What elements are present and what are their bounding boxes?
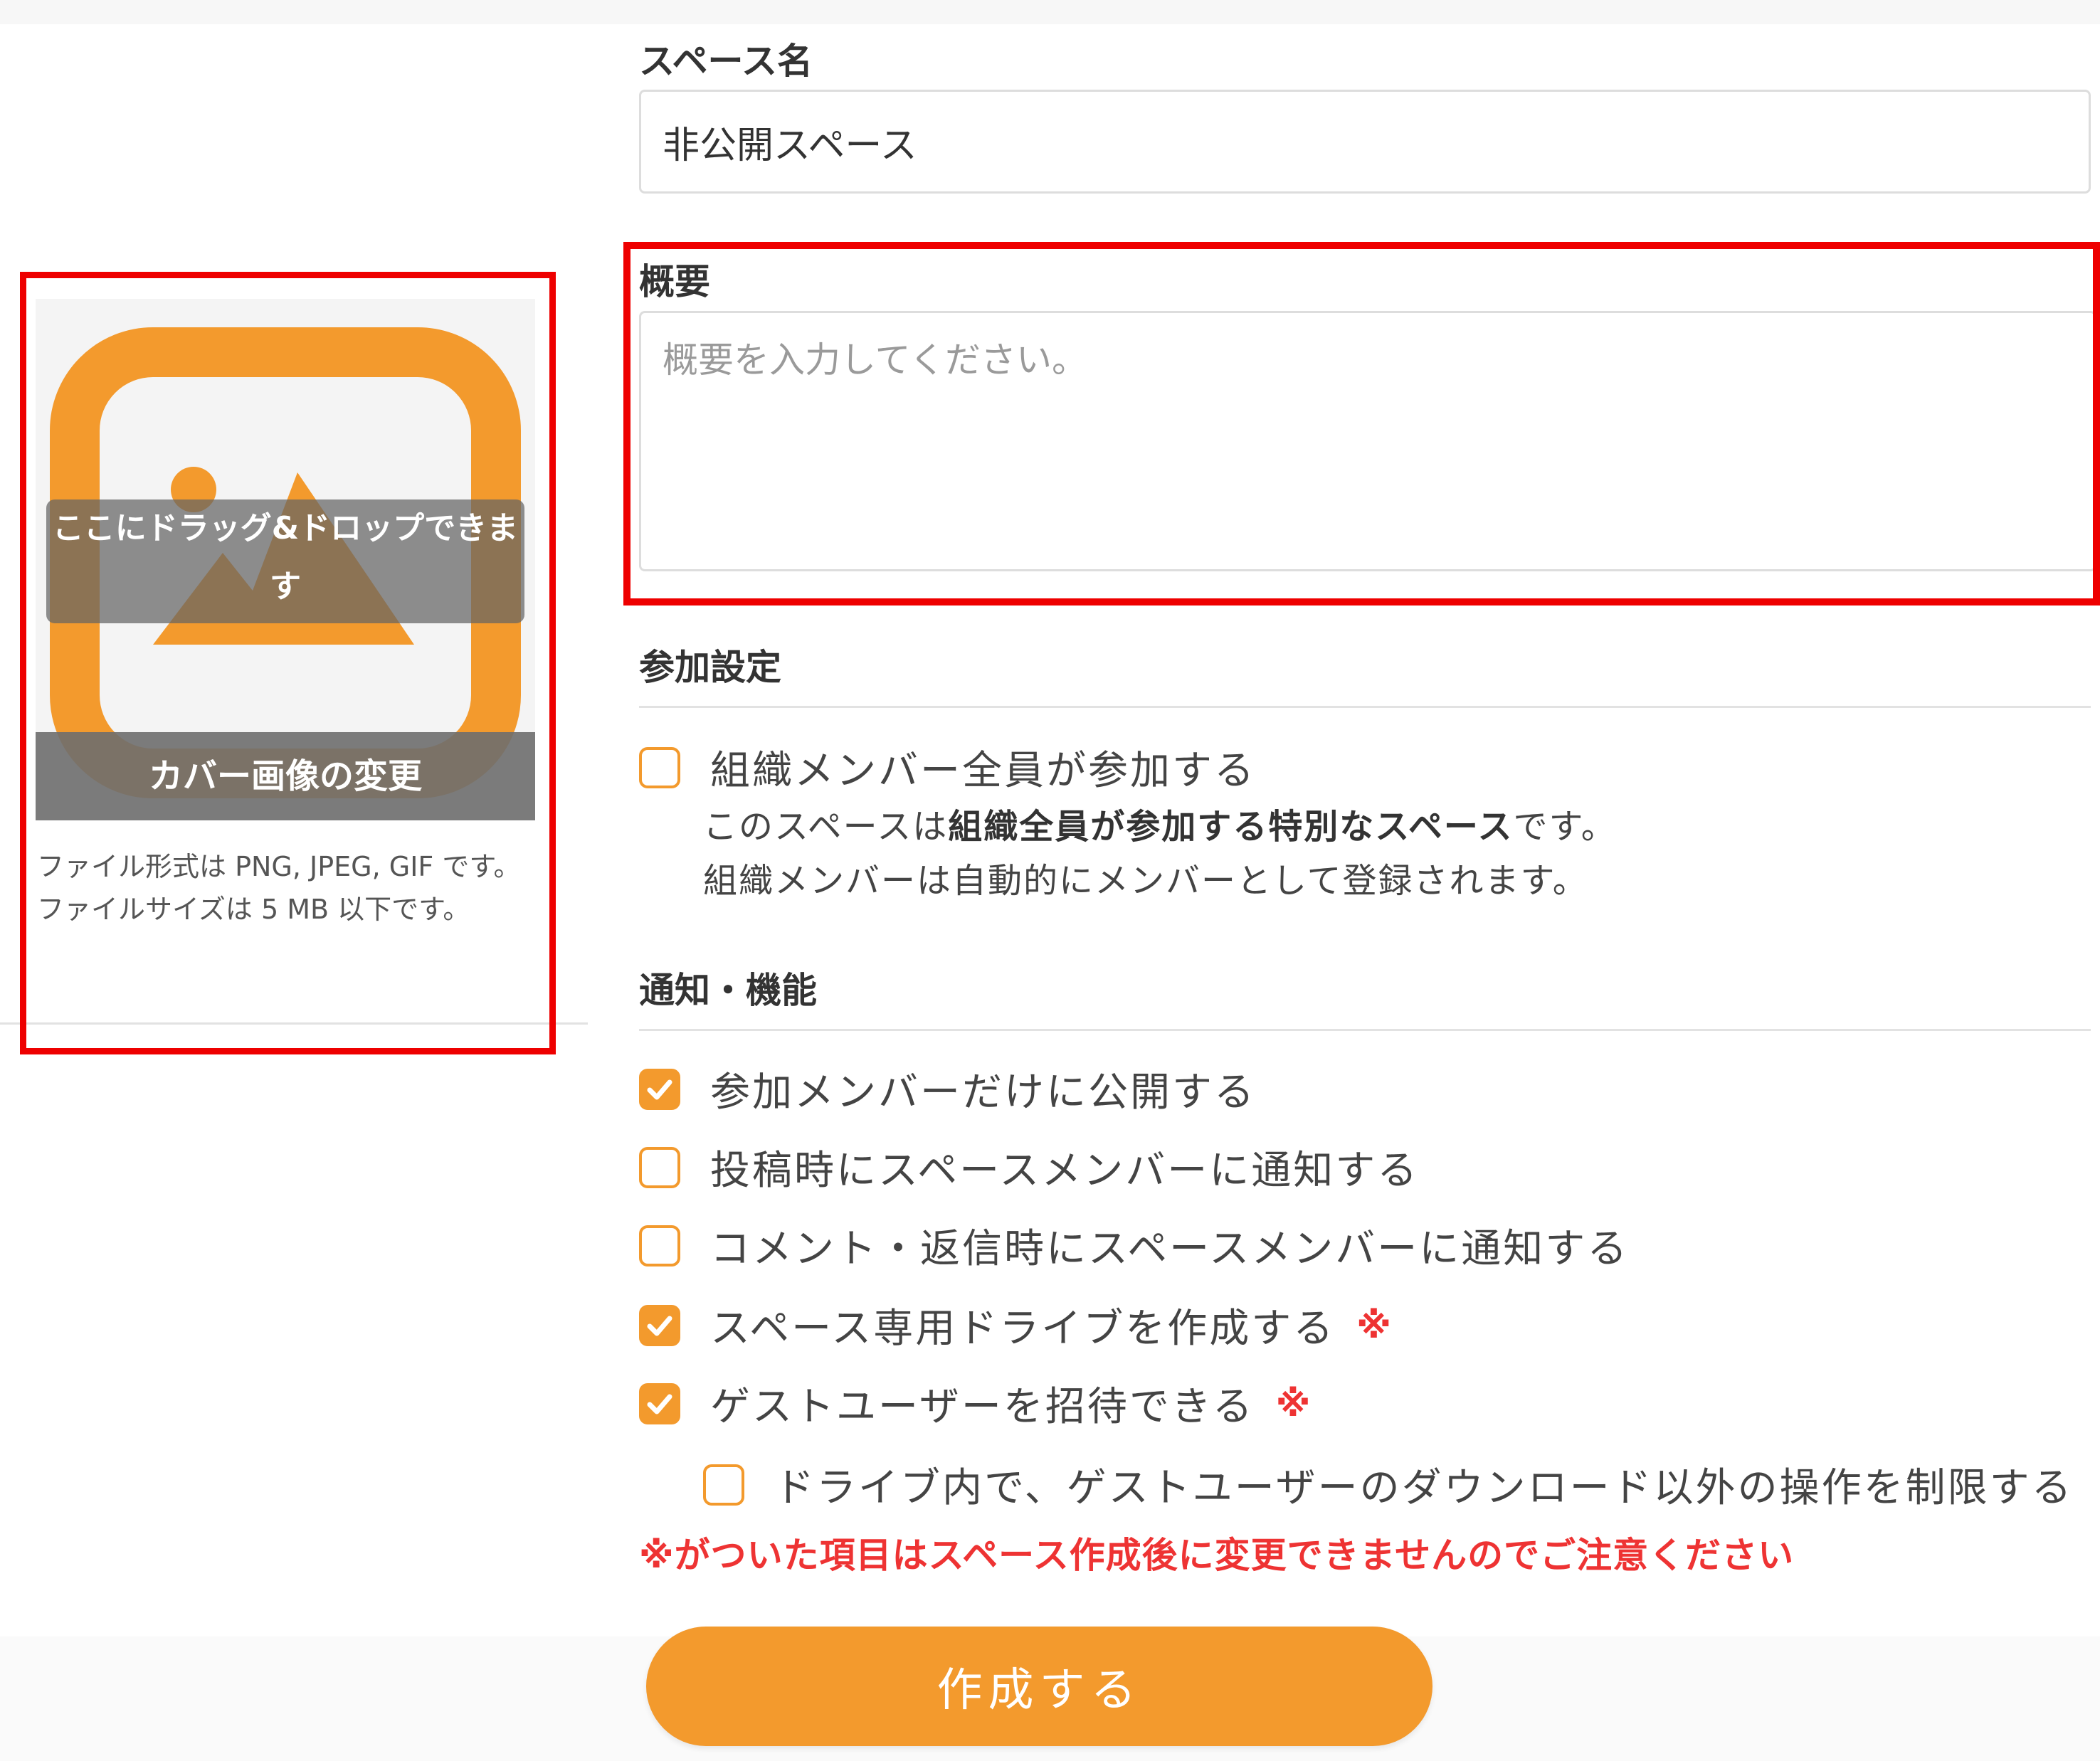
immutable-mark: ※ xyxy=(1356,1304,1391,1346)
check-icon xyxy=(647,1394,672,1414)
participation-heading: 参加設定 xyxy=(639,647,781,688)
checkbox-invite-guests[interactable] xyxy=(639,1382,680,1424)
checkbox-create-drive[interactable] xyxy=(639,1304,680,1346)
checkbox-notify-comment[interactable] xyxy=(639,1225,680,1266)
option-notify-post[interactable]: 投稿時にスペースメンバーに通知する xyxy=(639,1138,1419,1196)
checkbox-notify-post[interactable] xyxy=(639,1146,680,1188)
check-icon xyxy=(647,1316,672,1336)
create-button[interactable]: 作成する xyxy=(646,1627,1432,1746)
option-restrict-guest-drive[interactable]: ドライブ内で、ゲストユーザーのダウンロード以外の操作を制限する xyxy=(703,1456,2074,1513)
all-members-label: 組織メンバー全員が参加する xyxy=(710,748,1256,794)
option-label: スペース専用ドライブを作成する xyxy=(710,1306,1336,1352)
top-band xyxy=(0,0,2100,24)
space-name-label: スペース名 xyxy=(639,41,813,82)
option-label: 投稿時にスペースメンバーに通知する xyxy=(710,1148,1420,1194)
desc-bold: 組織全員が参加する特別なスペース xyxy=(948,807,1514,847)
highlight-box-cover xyxy=(20,272,556,1054)
option-label: ゲストユーザーを招待できる xyxy=(710,1384,1255,1430)
notifications-divider xyxy=(639,1029,2091,1031)
option-label: ドライブ内で、ゲストユーザーのダウンロード以外の操作を制限する xyxy=(774,1465,2074,1511)
desc-line2: 組織メンバーは自動的にメンバーとして登録されます。 xyxy=(703,861,1588,901)
desc-suffix: です。 xyxy=(1513,807,1617,847)
notifications-heading: 通知・機能 xyxy=(639,970,817,1011)
option-invite-guests[interactable]: ゲストユーザーを招待できる ※ xyxy=(639,1375,1310,1432)
participation-divider xyxy=(639,706,2091,708)
checkbox-members-only[interactable] xyxy=(639,1068,680,1110)
option-label: コメント・返信時にスペースメンバーに通知する xyxy=(710,1226,1630,1272)
check-icon xyxy=(647,1079,672,1099)
all-members-checkbox[interactable] xyxy=(639,746,680,788)
option-notify-comment[interactable]: コメント・返信時にスペースメンバーに通知する xyxy=(639,1217,1629,1274)
all-members-description: このスペースは組織全員が参加する特別なスペースです。 組織メンバーは自動的にメン… xyxy=(703,800,1617,908)
highlight-box-description xyxy=(623,242,2100,605)
option-label: 参加メンバーだけに公開する xyxy=(710,1069,1256,1116)
space-name-input[interactable] xyxy=(639,90,2091,194)
all-members-option[interactable]: 組織メンバー全員が参加する xyxy=(639,739,1256,796)
option-create-drive[interactable]: スペース専用ドライブを作成する ※ xyxy=(639,1296,1391,1354)
immutable-warning: ※がついた項目はスペース作成後に変更できませんのでご注意ください xyxy=(639,1535,1795,1576)
checkbox-restrict-guest-drive[interactable] xyxy=(703,1464,744,1506)
immutable-mark: ※ xyxy=(1275,1382,1311,1424)
option-members-only[interactable]: 参加メンバーだけに公開する xyxy=(639,1060,1256,1118)
desc-prefix: このスペースは xyxy=(703,807,949,847)
